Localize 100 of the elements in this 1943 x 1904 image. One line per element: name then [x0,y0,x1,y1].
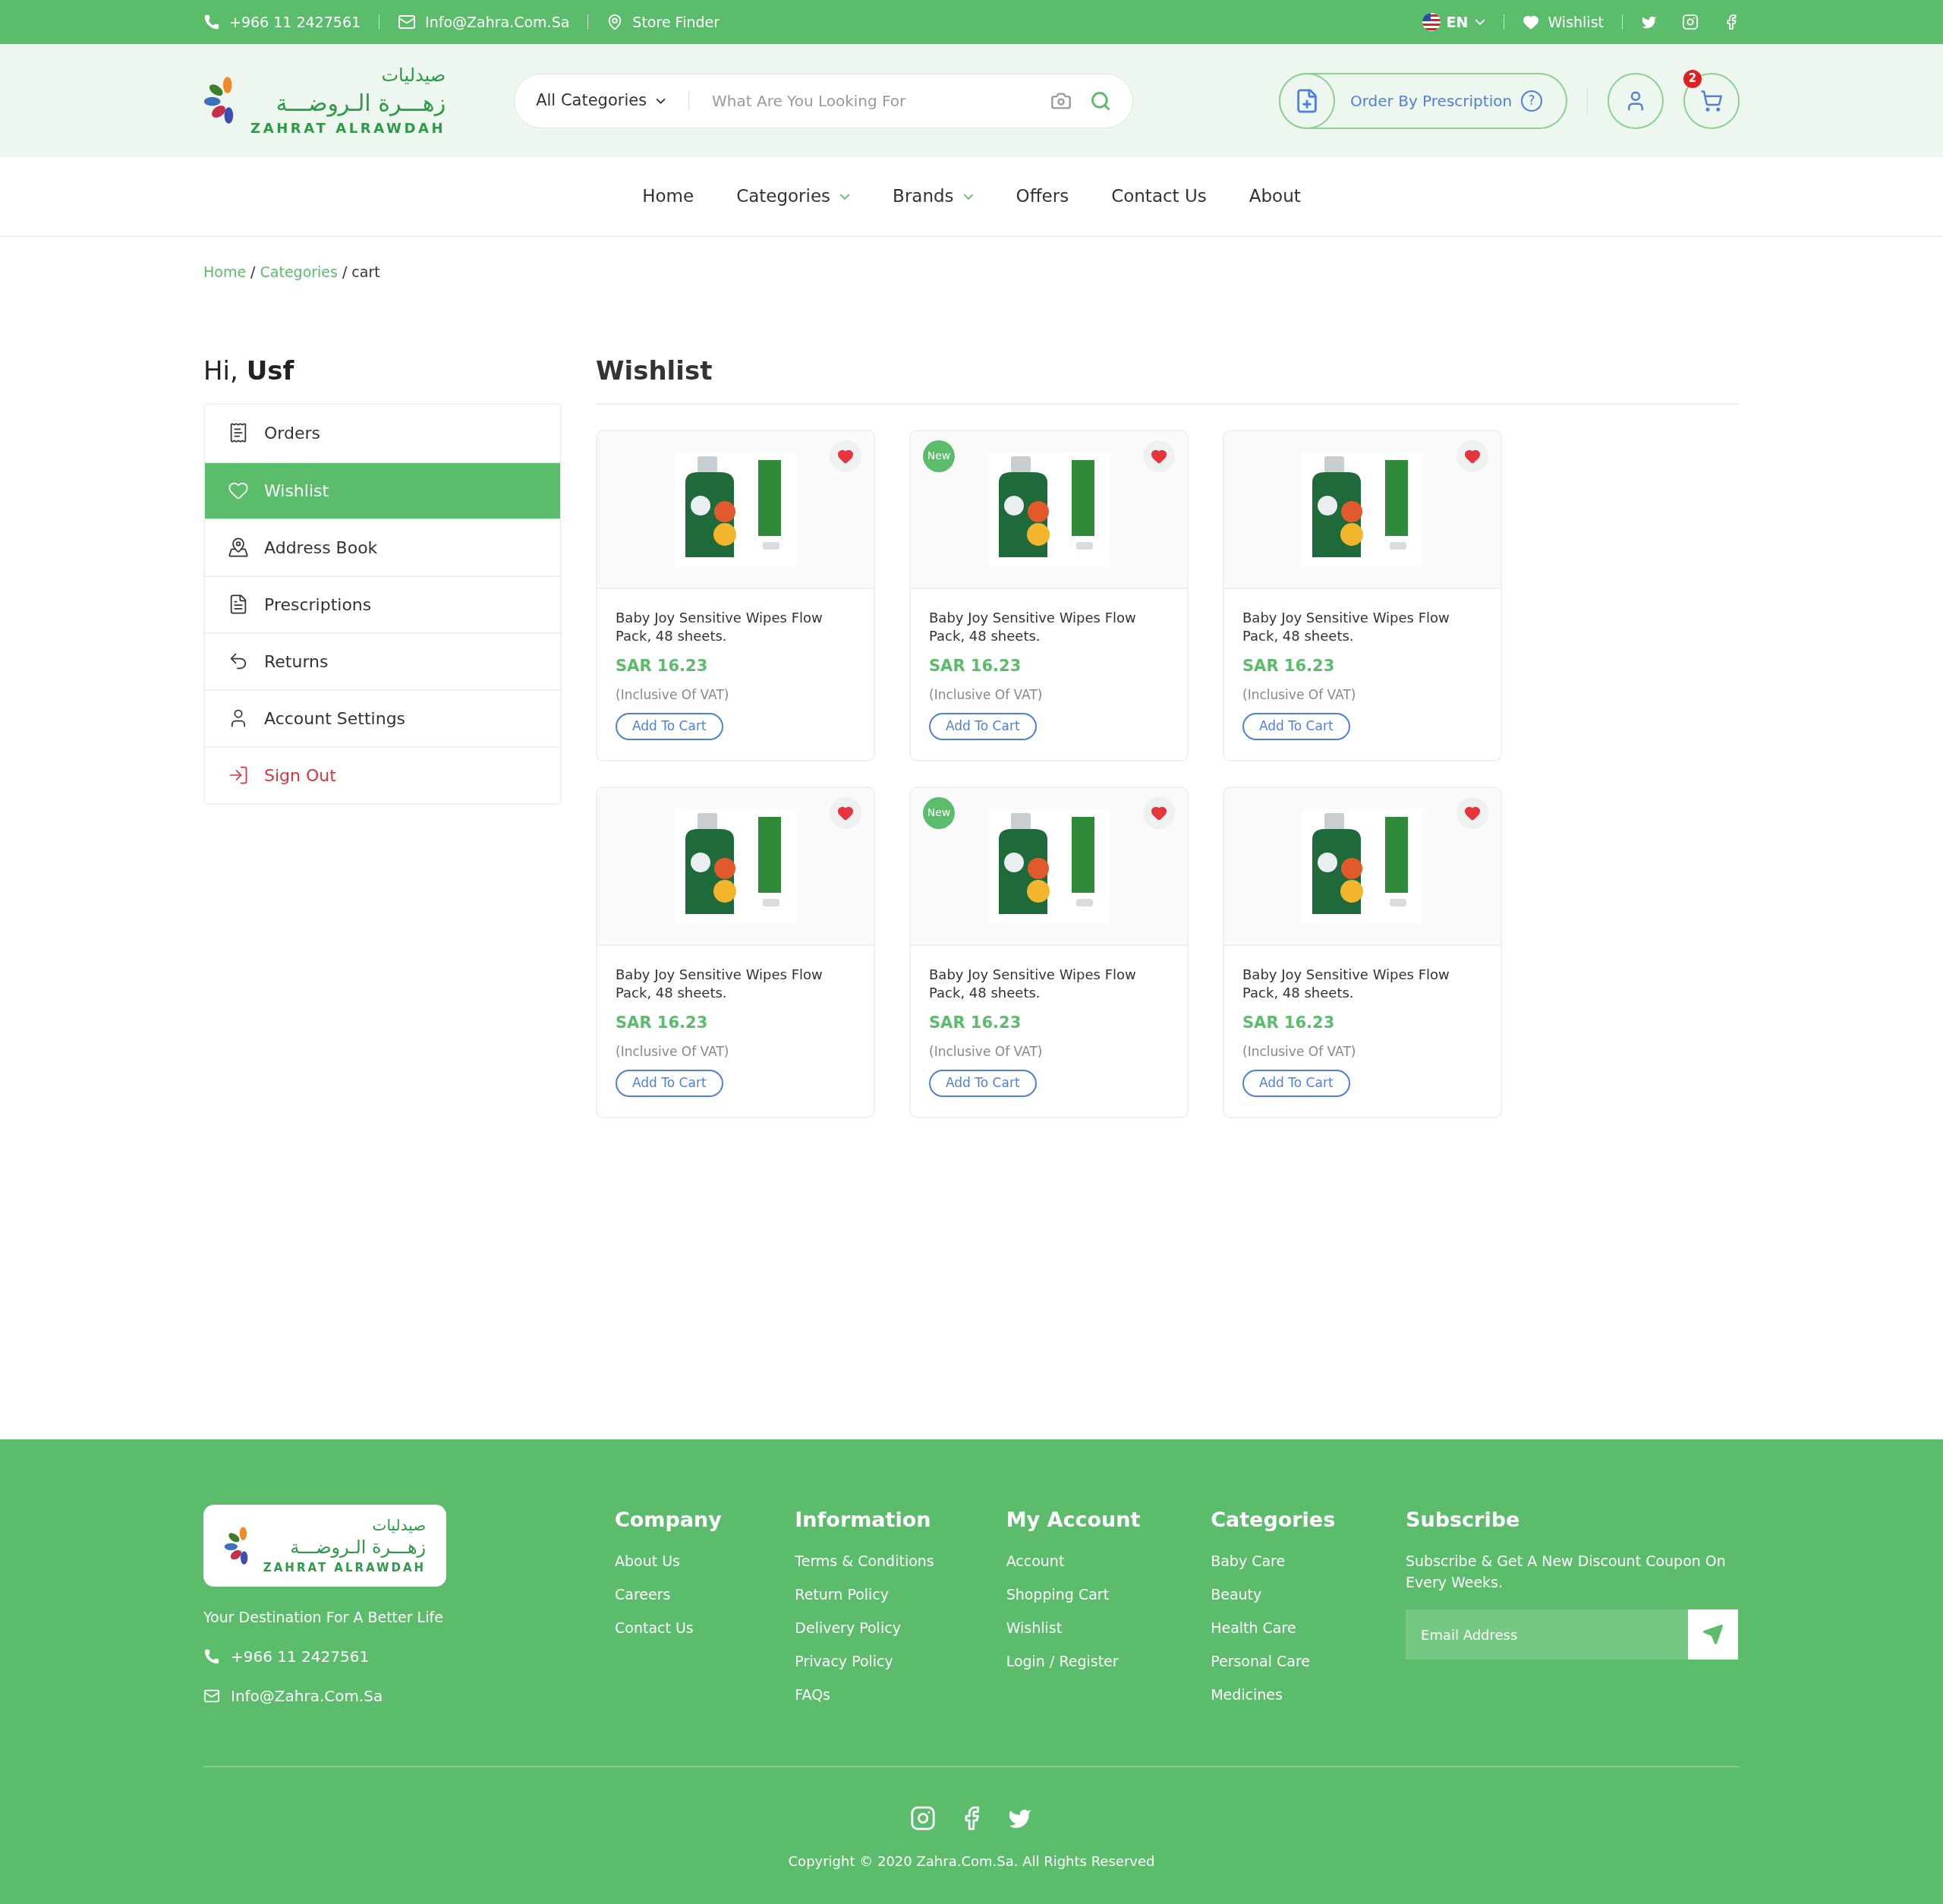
account-menu-item[interactable]: Prescriptions [205,575,560,632]
help-icon[interactable]: ? [1521,90,1543,112]
favorite-button[interactable] [830,440,861,472]
footer-phone[interactable]: +966 11 2427561 [231,1644,370,1668]
footer-email[interactable]: Info@Zahra.Com.Sa [231,1684,383,1707]
footer-link[interactable]: Contact Us [615,1617,795,1638]
footer-link[interactable]: Shopping Cart [1006,1584,1211,1605]
mail-icon [398,13,417,31]
instagram-icon[interactable] [910,1805,936,1831]
footer-link[interactable]: Health Care [1211,1617,1406,1638]
add-to-cart-button[interactable]: Add To Cart [1242,1069,1350,1097]
send-icon [1702,1624,1724,1645]
nav-link[interactable]: Contact Us [1111,183,1207,210]
wishlist-link[interactable]: Wishlist [1548,11,1604,33]
footer-column-title: My Account [1006,1507,1142,1532]
vat-note: (Inclusive Of VAT) [616,686,729,704]
email-link[interactable]: Info@Zahra.Com.Sa [425,11,570,33]
account-menu-item[interactable]: Wishlist [205,461,560,519]
product-name[interactable]: Baby Joy Sensitive Wipes Flow Pack, 48 sheets. [616,965,855,1002]
cart-count-badge: 2 [1683,69,1702,88]
breadcrumb-current-page: cart [351,263,380,282]
footer-link[interactable]: Personal Care [1211,1650,1406,1672]
vat-note: (Inclusive Of VAT) [1242,686,1356,704]
footer-link[interactable]: About Us [615,1550,795,1571]
footer-link[interactable]: Delivery Policy [795,1617,1006,1638]
language-selector[interactable]: EN [1446,11,1485,33]
phone-icon [203,14,220,30]
footer-link[interactable]: Return Policy [795,1584,1006,1605]
account-button[interactable] [1608,72,1664,129]
favorite-button[interactable] [1143,440,1175,472]
add-to-cart-button[interactable]: Add To Cart [929,1069,1037,1097]
logo-wordmark: ZAHRAT ALRAWDAH [263,1561,427,1576]
logo-wordmark: ZAHRAT ALRAWDAH [250,119,446,137]
add-to-cart-button[interactable]: Add To Cart [616,1069,723,1097]
favorite-button[interactable] [1456,796,1488,829]
product-name[interactable]: Baby Joy Sensitive Wipes Flow Pack, 48 sheets. [929,965,1169,1002]
footer-link[interactable]: Beauty [1211,1584,1406,1605]
product-price: SAR 16.23 [1242,655,1335,676]
breadcrumb-separator: / [250,263,256,282]
footer-link[interactable]: Account [1006,1550,1211,1571]
footer-link[interactable]: Privacy Policy [795,1650,1006,1672]
subscribe-button[interactable] [1688,1609,1738,1660]
nav-link[interactable]: Offers [1016,183,1069,210]
footer-column-title: Information [795,1507,932,1532]
favorite-button[interactable] [1456,440,1488,472]
footer-tagline: Your Destination For A Better Life [203,1608,444,1627]
footer-link[interactable]: Wishlist [1006,1617,1211,1638]
product-name[interactable]: Baby Joy Sensitive Wipes Flow Pack, 48 sheets. [1242,608,1482,645]
product-price: SAR 16.23 [616,1012,708,1033]
nav-link[interactable]: Categories [736,183,851,210]
phone-number[interactable]: +966 11 2427561 [229,11,361,33]
add-to-cart-button[interactable]: Add To Cart [929,712,1037,740]
breadcrumb-link[interactable]: Home [203,261,247,283]
search-field[interactable]: What Are You Looking For [712,89,1051,112]
chevron-down-icon [962,193,974,200]
product-name[interactable]: Baby Joy Sensitive Wipes Flow Pack, 48 sheets. [616,608,855,645]
favorite-button[interactable] [1143,796,1175,829]
breadcrumb-link[interactable]: Categories [260,261,338,283]
nav-link[interactable]: Home [642,183,694,210]
chevron-down-icon [1474,19,1485,25]
new-badge: New [923,796,955,829]
new-badge: New [923,440,955,472]
footer-link[interactable]: Baby Care [1211,1550,1406,1571]
cart-icon [1700,89,1723,112]
add-to-cart-button[interactable]: Add To Cart [616,712,723,740]
vat-note: (Inclusive Of VAT) [616,1043,729,1061]
account-menu-item[interactable]: Sign Out [205,746,560,803]
favorite-button[interactable] [830,796,861,829]
footer-link[interactable]: FAQs [795,1684,1006,1705]
category-dropdown[interactable]: All Categories [536,88,666,113]
search-icon[interactable] [1090,90,1112,112]
logo-arabic-title: زهـــرة الـروضـــة [276,89,446,118]
product-name[interactable]: Baby Joy Sensitive Wipes Flow Pack, 48 sheets. [1242,965,1482,1002]
footer-link[interactable]: Medicines [1211,1684,1406,1705]
account-menu-item[interactable]: Returns [205,632,560,689]
footer-link[interactable]: Login / Register [1006,1650,1211,1672]
instagram-icon[interactable] [1682,14,1699,30]
product-price: SAR 16.23 [616,655,708,676]
footer-link[interactable]: Terms & Conditions [795,1550,1006,1571]
email-field[interactable]: Email Address [1406,1609,1688,1660]
store-finder-link[interactable]: Store Finder [632,11,720,33]
order-by-prescription-button[interactable]: Order By Prescription ? [1279,72,1567,129]
subscribe-text: Subscribe & Get A New Discount Coupon On Every Weeks. [1406,1552,1727,1592]
flag-icon [1422,13,1441,31]
copyright: Copyright © 2020 Zahra.Com.Sa. All Rights Reserved [788,1852,1155,1871]
account-menu-item[interactable]: Account Settings [205,689,560,746]
vat-note: (Inclusive Of VAT) [1242,1043,1356,1061]
cart-button[interactable]: 2 [1683,72,1740,129]
logo-arabic-subtitle: صيدليات [381,64,446,88]
account-menu-item[interactable]: Orders [205,404,560,462]
add-to-cart-button[interactable]: Add To Cart [1242,712,1350,740]
nav-link[interactable]: About [1249,183,1301,210]
nav-link[interactable]: Brands [893,183,974,210]
footer-link[interactable]: Careers [615,1584,795,1605]
map-pin-icon [228,537,249,558]
account-menu-item[interactable]: Address Book [205,518,560,575]
product-name[interactable]: Baby Joy Sensitive Wipes Flow Pack, 48 sheets. [929,608,1169,645]
logo-arabic-subtitle: صيدليات [372,1515,427,1536]
footer-column-title: Company [615,1507,723,1532]
footer-column-title: Categories [1211,1507,1337,1532]
